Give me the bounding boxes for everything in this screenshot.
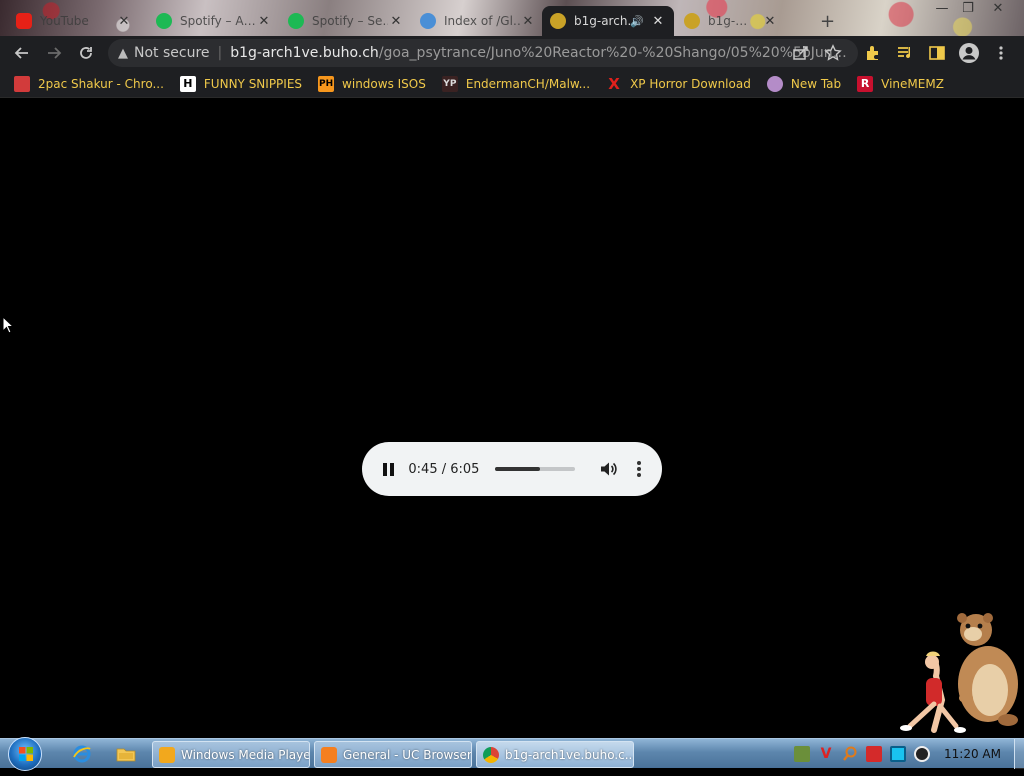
more-options-icon[interactable]: [629, 458, 650, 480]
tray-search-icon[interactable]: [842, 746, 858, 762]
tab-b1g-second[interactable]: b1g-… ✕: [676, 6, 786, 36]
pause-button[interactable]: [378, 458, 399, 480]
media-controls-icon[interactable]: [896, 36, 914, 70]
mouse-cursor-icon: [2, 315, 15, 338]
volume-icon[interactable]: [597, 458, 618, 480]
bookmark-label: XP Horror Download: [630, 76, 751, 91]
task-label: Windows Media Player: [181, 747, 310, 762]
share-icon[interactable]: [792, 36, 810, 70]
tray-flag-icon[interactable]: [866, 746, 882, 762]
task-label: General - UC Browser: [343, 747, 472, 762]
bookmark-label: windows ISOS: [342, 76, 426, 91]
time-display: 0:45 / 6:05: [408, 461, 480, 477]
tab-index-of[interactable]: Index of /Gl… ✕: [412, 6, 544, 36]
close-icon[interactable]: ✕: [762, 14, 778, 29]
ph-logo-icon: PH: [318, 75, 335, 92]
windows-media-player-icon: [159, 746, 175, 763]
close-icon[interactable]: ✕: [256, 14, 272, 29]
internet-explorer-icon[interactable]: [70, 742, 94, 766]
tab-youtube[interactable]: YouTube ✕: [8, 6, 140, 36]
yp-logo-icon: YP: [441, 75, 458, 92]
minimize-icon[interactable]: —: [928, 0, 956, 18]
bookmark-label: FUNNY SNIPPIES: [203, 76, 303, 91]
new-tab-icon: [766, 75, 783, 92]
bookmark-xp-horror[interactable]: X XP Horror Download: [606, 74, 751, 93]
menu-kebab-icon[interactable]: [996, 36, 1006, 70]
new-tab-button[interactable]: +: [812, 6, 842, 36]
tray-v-icon[interactable]: V: [818, 746, 834, 762]
url-host[interactable]: b1g-arch1ve.buho.ch: [230, 45, 379, 61]
site-favicon-icon: [684, 13, 700, 29]
seek-progress: [495, 467, 541, 471]
tab-spotify-b[interactable]: Spotify – Se… ✕: [280, 6, 412, 36]
bookmark-label: 2pac Shakur - Chro...: [38, 76, 164, 91]
bookmark-funny-snippies[interactable]: H FUNNY SNIPPIES: [179, 75, 303, 92]
tab-title: b1g-…: [708, 14, 748, 28]
chrome-icon: [483, 746, 499, 763]
site-favicon-icon: [550, 13, 566, 29]
close-icon[interactable]: ✕: [650, 14, 666, 29]
file-explorer-icon[interactable]: [114, 742, 138, 766]
close-icon[interactable]: ✕: [520, 14, 536, 29]
taskbar-chrome[interactable]: b1g-arch1ve.buho.c...: [476, 741, 634, 768]
x-logo-icon: X: [608, 74, 620, 93]
bookmark-endermanch[interactable]: YP EndermanCH/Malw...: [441, 75, 591, 92]
bookmark-label: EndermanCH/Malw...: [465, 76, 591, 91]
youtube-icon: [16, 13, 32, 29]
close-icon[interactable]: ✕: [116, 14, 132, 29]
reload-icon[interactable]: [70, 37, 102, 69]
side-panel-icon[interactable]: [928, 36, 946, 70]
bookmark-windows-isos[interactable]: PH windows ISOS: [318, 75, 426, 92]
restore-icon[interactable]: ❐: [954, 0, 982, 18]
divider: |: [217, 45, 223, 61]
seek-slider[interactable]: [495, 467, 576, 471]
taskbar-windows-media-player[interactable]: Windows Media Player: [152, 741, 310, 768]
tab-title: b1g-arch…: [574, 14, 630, 28]
tab-title: Spotify – A…: [180, 14, 256, 28]
r-logo-icon: R: [857, 75, 874, 92]
task-label: b1g-arch1ve.buho.c...: [505, 747, 634, 762]
back-icon[interactable]: [6, 37, 38, 69]
url-path[interactable]: /goa_psytrance/Juno%20Reactor%20-%20Shan…: [379, 45, 848, 61]
tray-display-icon[interactable]: [890, 746, 906, 762]
close-icon[interactable]: ✕: [388, 14, 404, 29]
close-window-icon[interactable]: ✕: [984, 0, 1012, 18]
warning-icon[interactable]: ▲: [118, 46, 128, 61]
tab-spotify-a[interactable]: Spotify – A… ✕: [148, 6, 280, 36]
desktop-pet-hamster-icon[interactable]: [896, 612, 1020, 742]
audio-playing-icon[interactable]: 🔊: [630, 15, 644, 28]
forward-icon[interactable]: [38, 37, 70, 69]
tab-active-audio[interactable]: b1g-arch… 🔊 ✕: [542, 6, 674, 36]
spotify-icon: [288, 13, 304, 29]
tray-app-icon[interactable]: [794, 746, 810, 762]
profile-avatar-icon[interactable]: [958, 36, 980, 70]
security-label[interactable]: Not secure: [134, 45, 210, 61]
bookmark-label: VineMEMZ: [881, 76, 944, 91]
bookmark-vinememz[interactable]: R VineMEMZ: [857, 75, 944, 92]
tab-title: Index of /Gl…: [444, 14, 520, 28]
audio-player[interactable]: 0:45 / 6:05: [362, 442, 662, 496]
bookmark-star-icon[interactable]: [824, 36, 842, 70]
bookmark-new-tab[interactable]: New Tab: [766, 75, 842, 92]
show-desktop-button[interactable]: [1014, 739, 1024, 769]
start-button[interactable]: [8, 737, 42, 771]
tray-volume-icon[interactable]: [914, 746, 930, 762]
tab-strip: YouTube ✕ Spotify – A… ✕ Spotify – Se… ✕…: [0, 0, 1024, 36]
letter-h-icon: H: [179, 75, 196, 92]
windows-taskbar: Windows Media Player General - UC Browse…: [0, 737, 1024, 771]
spotify-icon: [156, 13, 172, 29]
uc-browser-icon: [321, 746, 337, 763]
bookmark-2pac[interactable]: 2pac Shakur - Chro...: [14, 75, 164, 92]
taskbar-uc-browser[interactable]: General - UC Browser: [314, 741, 472, 768]
bookmark-label: New Tab: [790, 76, 842, 91]
extensions-icon[interactable]: [864, 36, 882, 70]
page-content: [0, 99, 1024, 738]
address-bar[interactable]: ▲ Not secure | b1g-arch1ve.buho.ch /goa_…: [108, 39, 858, 67]
bookmarks-bar: 2pac Shakur - Chro... H FUNNY SNIPPIES P…: [0, 70, 1024, 98]
system-clock[interactable]: 11:20 AM: [944, 747, 1001, 761]
globe-icon: [420, 13, 436, 29]
bookmark-2pac-icon: [14, 75, 30, 92]
tab-title: Spotify – Se…: [312, 14, 388, 28]
tab-title: YouTube: [40, 14, 89, 28]
